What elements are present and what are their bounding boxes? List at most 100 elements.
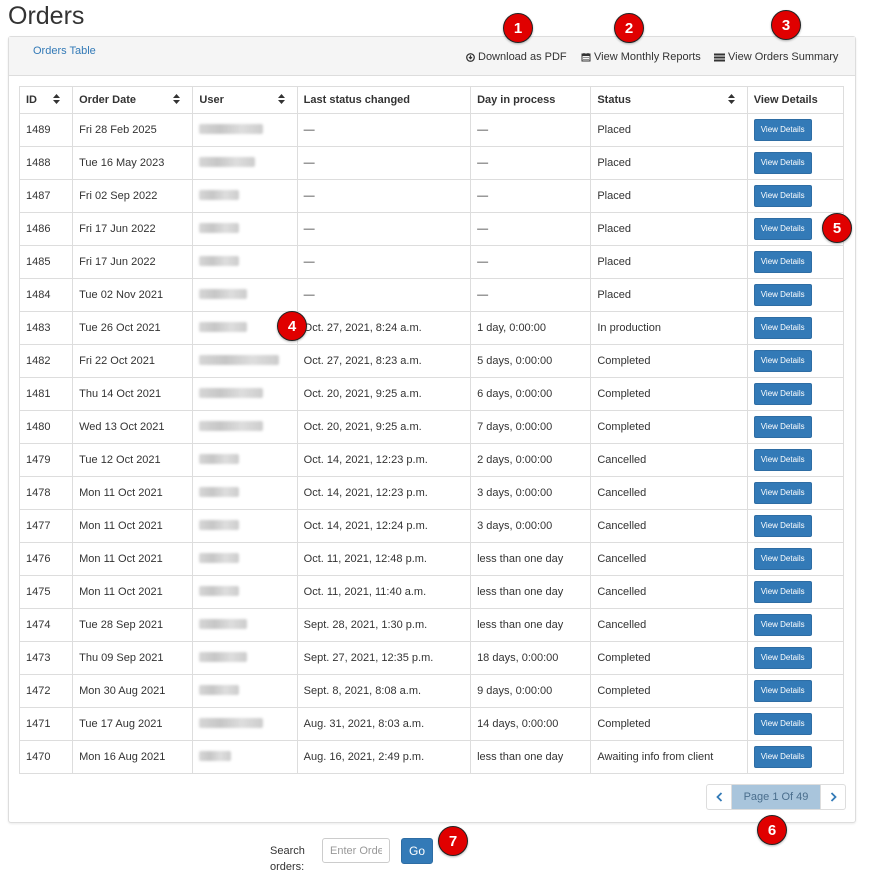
view-details-button[interactable]: View Details (753, 185, 812, 207)
cell-user (192, 608, 298, 642)
cell-last-status-changed: Oct. 27, 2021, 8:24 a.m. (296, 311, 472, 345)
cell-order-date: Tue 16 May 2023 (72, 146, 194, 180)
cell-status: Placed (590, 179, 748, 213)
cell-status: Placed (590, 113, 748, 147)
cell-id: 1481 (18, 377, 74, 411)
cell-view-details: View Details (746, 476, 845, 510)
cell-last-status-changed: Oct. 14, 2021, 12:23 p.m. (296, 476, 472, 510)
cell-last-status-changed: Sept. 27, 2021, 12:35 p.m. (296, 641, 472, 675)
cell-view-details: View Details (746, 674, 845, 708)
cell-id: 1485 (18, 245, 74, 279)
table-row: 1483 Tue 26 Oct 2021 Oct. 27, 2021, 8:24 a… (18, 311, 845, 345)
col-header-status[interactable]: Status (590, 86, 748, 114)
cell-status: Cancelled (590, 608, 748, 642)
view-details-button[interactable]: View Details (753, 449, 812, 471)
redacted-user-name (199, 321, 248, 332)
view-details-button[interactable]: View Details (753, 284, 812, 306)
view-details-button[interactable]: View Details (753, 581, 812, 603)
view-details-button[interactable]: View Details (753, 350, 812, 372)
orders-summary-label: View Orders Summary (728, 51, 839, 63)
cell-day-in-process: 18 days, 0:00:00 (470, 641, 592, 675)
view-details-button[interactable]: View Details (753, 515, 812, 537)
annotation-marker-5: 5 (822, 213, 852, 243)
cell-user (192, 245, 298, 279)
cell-day-in-process: less than one day (470, 575, 592, 609)
col-header-id[interactable]: ID (18, 86, 74, 114)
tab-orders-table[interactable]: Orders Table (33, 45, 96, 57)
col-header-user[interactable]: User (192, 86, 298, 114)
cell-user (192, 344, 298, 378)
redacted-user-name (199, 189, 240, 200)
cell-id: 1473 (18, 641, 74, 675)
monthly-reports-link[interactable]: View Monthly Reports (581, 51, 701, 63)
col-header-order-date[interactable]: Order Date (72, 86, 194, 114)
view-details-button[interactable]: View Details (753, 251, 812, 273)
cell-id: 1470 (18, 740, 74, 774)
cell-day-in-process: less than one day (470, 740, 592, 774)
view-details-button[interactable]: View Details (753, 548, 812, 570)
cell-last-status-changed: — (296, 245, 472, 279)
annotation-marker-6: 6 (757, 815, 787, 845)
view-details-button[interactable]: View Details (753, 713, 812, 735)
cell-id: 1477 (18, 509, 74, 543)
download-pdf-label: Download as PDF (478, 51, 567, 63)
cell-order-date: Fri 17 Jun 2022 (72, 245, 194, 279)
view-details-button[interactable]: View Details (753, 317, 812, 339)
orders-summary-link[interactable]: View Orders Summary (714, 51, 838, 63)
table-row: 1474 Tue 28 Sep 2021 Sept. 28, 2021, 1:30 … (18, 608, 845, 642)
view-details-button[interactable]: View Details (753, 680, 812, 702)
table-row: 1477 Mon 11 Oct 2021 Oct. 14, 2021, 12:24 … (18, 509, 845, 543)
table-row: 1472 Mon 30 Aug 2021 Sept. 8, 2021, 8:08 a… (18, 674, 845, 708)
cell-user (192, 476, 298, 510)
view-details-button[interactable]: View Details (753, 614, 812, 636)
annotation-marker-2: 2 (614, 13, 644, 43)
cell-day-in-process: 1 day, 0:00:00 (470, 311, 592, 345)
cell-last-status-changed: — (296, 113, 472, 147)
cell-id: 1483 (18, 311, 74, 345)
prev-page-button[interactable] (706, 784, 732, 810)
cell-last-status-changed: — (296, 212, 472, 246)
cell-last-status-changed: Oct. 27, 2021, 8:23 a.m. (296, 344, 472, 378)
page-indicator: Page 1 Of 49 (732, 784, 820, 810)
cell-order-date: Mon 11 Oct 2021 (72, 542, 194, 576)
cell-last-status-changed: Aug. 31, 2021, 8:03 a.m. (296, 707, 472, 741)
cell-last-status-changed: — (296, 146, 472, 180)
cell-id: 1482 (18, 344, 74, 378)
cell-id: 1474 (18, 608, 74, 642)
search-input[interactable] (322, 838, 390, 863)
view-details-button[interactable]: View Details (753, 482, 812, 504)
cell-user (192, 575, 298, 609)
annotation-marker-1: 1 (503, 13, 533, 43)
redacted-user-name (199, 651, 248, 662)
table-row: 1487 Fri 02 Sep 2022— — Placed View Details (18, 179, 845, 213)
cell-view-details: View Details (746, 509, 845, 543)
redacted-user-name (199, 684, 240, 695)
cell-id: 1476 (18, 542, 74, 576)
view-details-button[interactable]: View Details (753, 218, 812, 240)
view-details-button[interactable]: View Details (753, 383, 812, 405)
redacted-user-name (199, 585, 240, 596)
redacted-user-name (199, 519, 240, 530)
cell-order-date: Fri 22 Oct 2021 (72, 344, 194, 378)
next-page-button[interactable] (820, 784, 846, 810)
view-details-button[interactable]: View Details (753, 416, 812, 438)
download-pdf-link[interactable]: Download as PDF (466, 51, 567, 63)
cell-user (192, 278, 298, 312)
view-details-button[interactable]: View Details (753, 647, 812, 669)
cell-order-date: Mon 30 Aug 2021 (72, 674, 194, 708)
view-details-button[interactable]: View Details (753, 152, 812, 174)
cell-id: 1484 (18, 278, 74, 312)
view-details-button[interactable]: View Details (753, 746, 812, 768)
cell-order-date: Wed 13 Oct 2021 (72, 410, 194, 444)
table-row: 1471 Tue 17 Aug 2021 Aug. 31, 2021, 8:03 a… (18, 707, 845, 741)
table-row: 1486 Fri 17 Jun 2022— — Placed View Details (18, 212, 845, 246)
cell-view-details: View Details (746, 311, 845, 345)
cell-id: 1471 (18, 707, 74, 741)
cell-last-status-changed: — (296, 179, 472, 213)
redacted-user-name (199, 255, 240, 266)
cell-order-date: Tue 26 Oct 2021 (72, 311, 194, 345)
view-details-button[interactable]: View Details (753, 119, 812, 141)
go-button[interactable]: Go (401, 838, 433, 864)
monthly-reports-label: View Monthly Reports (594, 51, 701, 63)
redacted-user-name (199, 387, 264, 398)
